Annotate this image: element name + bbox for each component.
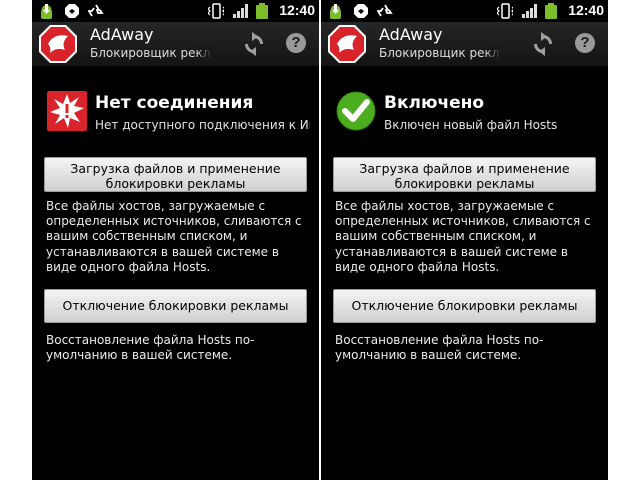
connection-status-title: Нет соединения — [95, 93, 254, 113]
app-subtitle: Блокировщик рекламы — [379, 46, 501, 60]
vibrate-icon — [497, 3, 513, 19]
disable-adblock-button[interactable]: Отключение блокировки рекламы — [333, 289, 596, 323]
connection-status-title: Включено — [384, 93, 485, 113]
apply-adblock-button[interactable]: Загрузка файлов и применение блокировки … — [333, 157, 596, 192]
adaway-logo-icon — [39, 25, 77, 63]
battery-icon — [545, 3, 557, 19]
stop-sign-icon — [65, 4, 79, 18]
signal-icon — [233, 4, 248, 18]
phone-screen-disconnected: 12:40 AdAway Блокировщик рекламы ? Нет с… — [32, 0, 319, 480]
android-download-icon — [41, 4, 52, 19]
help-icon[interactable]: ? — [575, 33, 595, 53]
title-bar: AdAway Блокировщик рекламы ? — [321, 22, 608, 66]
disable-description: Восстановление файла Hosts по-умолчанию … — [335, 333, 544, 363]
signal-icon — [522, 4, 537, 18]
disable-description: Восстановление файла Hosts по-умолчанию … — [46, 333, 255, 363]
title-bar: AdAway Блокировщик рекламы ? — [32, 22, 319, 66]
android-download-icon — [330, 4, 341, 19]
disable-adblock-button[interactable]: Отключение блокировки рекламы — [44, 289, 307, 323]
refresh-icon[interactable] — [531, 32, 555, 56]
apply-description: Все файлы хостов, загружаемые с определе… — [46, 199, 302, 274]
apply-adblock-button[interactable]: Загрузка файлов и применение блокировки … — [44, 157, 307, 192]
error-icon — [47, 91, 87, 131]
app-title: AdAway — [90, 25, 154, 44]
refresh-icon[interactable] — [242, 32, 266, 56]
stop-sign-icon — [354, 4, 368, 18]
adaway-logo-icon — [328, 25, 366, 63]
status-time: 12:40 — [568, 2, 604, 18]
recycle-icon — [377, 4, 393, 17]
checkmark-icon — [336, 91, 376, 131]
status-time: 12:40 — [279, 2, 315, 18]
status-bar: 12:40 — [321, 0, 608, 22]
app-subtitle: Блокировщик рекламы — [90, 46, 212, 60]
status-bar: 12:40 — [32, 0, 319, 22]
help-icon[interactable]: ? — [286, 33, 306, 53]
connection-status-description: Включен новый файл Hosts — [384, 118, 558, 132]
apply-description: Все файлы хостов, загружаемые с определе… — [335, 199, 591, 274]
connection-status-description: Нет доступного подключения к Интернету — [95, 118, 310, 132]
phone-screen-enabled: 12:40 AdAway Блокировщик рекламы ? Включ… — [321, 0, 608, 480]
vibrate-icon — [208, 3, 224, 19]
recycle-icon — [88, 4, 104, 17]
battery-icon — [256, 3, 268, 19]
app-title: AdAway — [379, 25, 443, 44]
